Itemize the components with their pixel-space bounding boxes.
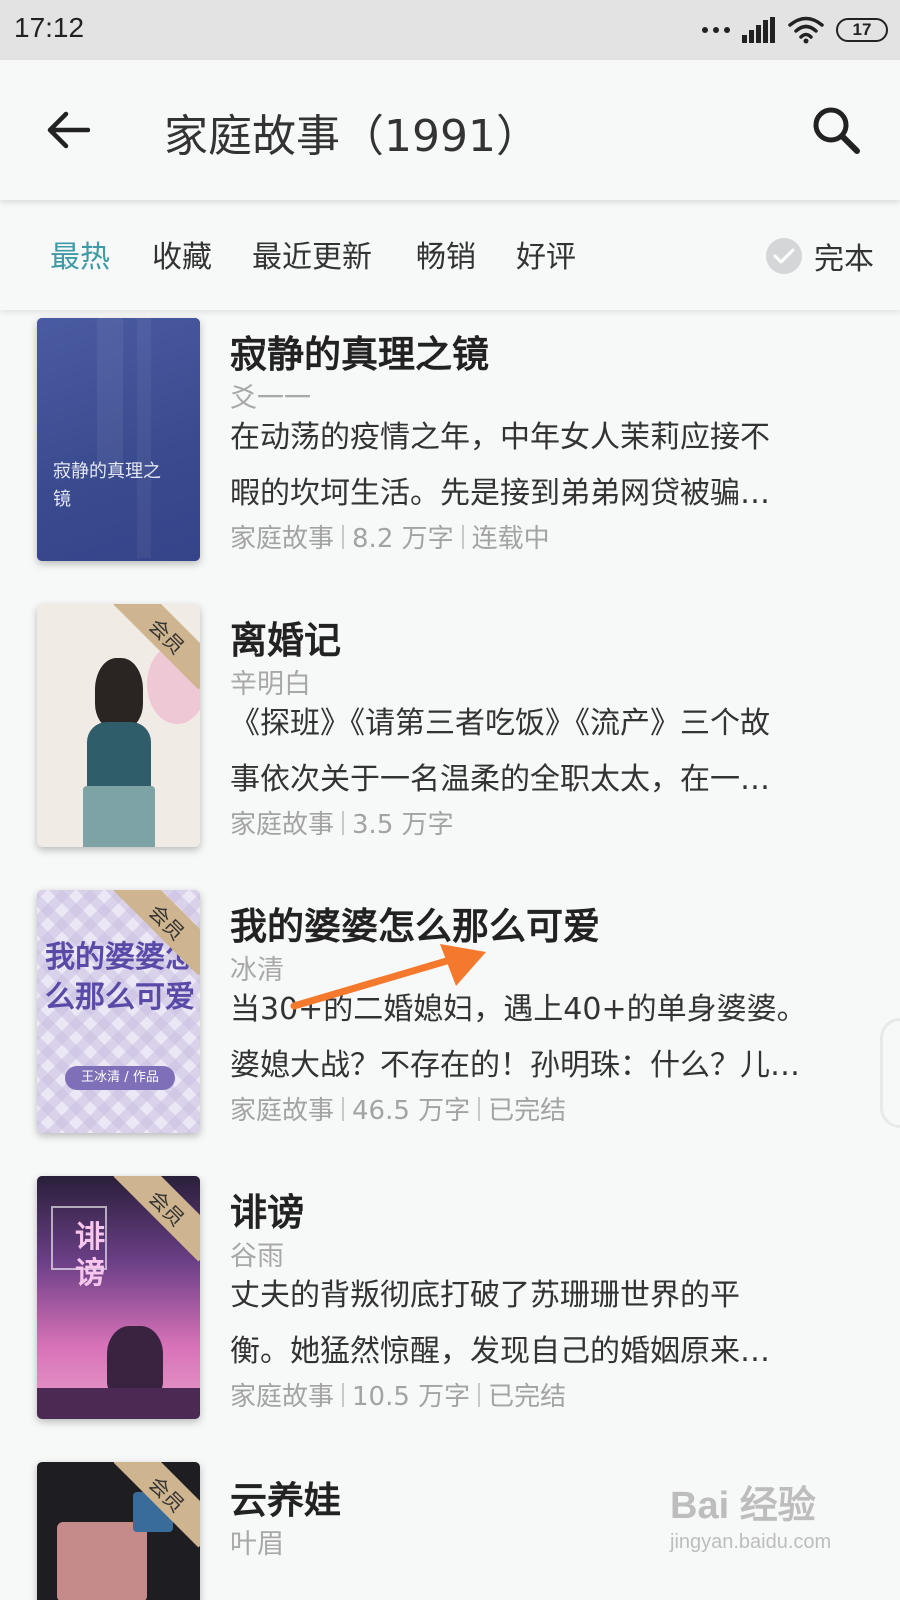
book-cover: 诽谤 会员 bbox=[37, 1176, 200, 1419]
tab-bestseller[interactable]: 畅销 bbox=[416, 232, 476, 276]
book-meta: 家庭故事 10.5 万字 已完结 bbox=[230, 1382, 567, 1412]
book-title: 离婚记 bbox=[230, 619, 341, 662]
book-meta: 家庭故事 8.2 万字 连载中 bbox=[230, 524, 550, 554]
book-item[interactable]: 会员 离婚记 辛明白 《探班》《请第三者吃饭》《流产》三个故 事依次关于一名温柔… bbox=[0, 604, 900, 864]
signal-icon bbox=[742, 17, 775, 43]
book-cover: 会员 bbox=[37, 604, 200, 847]
book-description: 在动荡的疫情之年，中年女人茉莉应接不 暇的坎坷生活。先是接到弟弟网贷被骗… bbox=[230, 420, 770, 511]
search-icon bbox=[813, 107, 860, 154]
annotation-arrow-icon bbox=[290, 944, 486, 1010]
battery-icon: 17 bbox=[836, 18, 888, 42]
book-cover: 寂静的真理之镜 bbox=[37, 318, 200, 561]
cover-title: 诽谤 bbox=[75, 1220, 105, 1291]
book-description: 《探班》《请第三者吃饭》《流产》三个故 事依次关于一名温柔的全职太太，在一… bbox=[230, 706, 770, 797]
watermark: Bai 经验 jingyan.baidu.com bbox=[670, 1474, 870, 1584]
full-text-label: 完本 bbox=[814, 242, 874, 277]
watermark-brand: Bai 经验 bbox=[670, 1485, 816, 1527]
watermark-url: jingyan.baidu.com bbox=[670, 1531, 832, 1553]
tab-favorites[interactable]: 收藏 bbox=[152, 232, 212, 276]
app-bar: 家庭故事（1991） bbox=[0, 60, 900, 200]
wifi-icon bbox=[788, 16, 824, 44]
book-title: 寂静的真理之镜 bbox=[230, 333, 489, 376]
book-item[interactable]: 寂静的真理之镜 寂静的真理之镜 爻一一 在动荡的疫情之年，中年女人茉莉应接不 暇… bbox=[0, 318, 900, 578]
status-bar: 17:12 17 bbox=[0, 0, 900, 60]
book-author: 叶眉 bbox=[230, 1529, 284, 1560]
scroll-indicator[interactable] bbox=[880, 1018, 900, 1128]
search-button[interactable] bbox=[806, 100, 866, 160]
back-button[interactable] bbox=[40, 102, 96, 158]
tab-recent-update[interactable]: 最近更新 bbox=[252, 232, 372, 276]
check-circle-icon bbox=[766, 238, 802, 274]
book-item[interactable]: 我的婆婆怎么那么可爱 王冰清 / 作品 会员 我的婆婆怎么那么可爱 冰清 当30… bbox=[0, 890, 900, 1150]
book-title: 诽谤 bbox=[230, 1191, 304, 1234]
cover-title: 寂静的真理之镜 bbox=[53, 461, 161, 510]
book-meta: 家庭故事 46.5 万字 已完结 bbox=[230, 1096, 567, 1126]
filter-bar: 最热 收藏 最近更新 畅销 好评 完本 bbox=[0, 200, 900, 310]
tab-top-rated[interactable]: 好评 bbox=[516, 232, 576, 276]
book-item[interactable]: 诽谤 会员 诽谤 谷雨 丈夫的背叛彻底打破了苏珊珊世界的平 衡。她猛然惊醒，发现… bbox=[0, 1176, 900, 1436]
book-description: 丈夫的背叛彻底打破了苏珊珊世界的平 衡。她猛然惊醒，发现自己的婚姻原来… bbox=[230, 1278, 770, 1369]
book-meta: 家庭故事 3.5 万字 bbox=[230, 810, 454, 840]
status-time: 17:12 bbox=[14, 12, 85, 43]
full-text-toggle[interactable]: 完本 bbox=[766, 234, 874, 278]
tab-hottest[interactable]: 最热 bbox=[50, 232, 110, 276]
page-title: 家庭故事（1991） bbox=[164, 111, 540, 162]
book-cover: 我的婆婆怎么那么可爱 王冰清 / 作品 会员 bbox=[37, 890, 200, 1133]
cover-byline: 王冰清 / 作品 bbox=[65, 1066, 175, 1090]
status-icons: 17 bbox=[702, 12, 888, 48]
more-dots-icon bbox=[702, 27, 730, 33]
book-cover: 会员 bbox=[37, 1462, 200, 1600]
arrow-left-icon bbox=[47, 111, 90, 149]
book-title: 云养娃 bbox=[230, 1479, 341, 1522]
battery-level: 17 bbox=[852, 20, 872, 39]
